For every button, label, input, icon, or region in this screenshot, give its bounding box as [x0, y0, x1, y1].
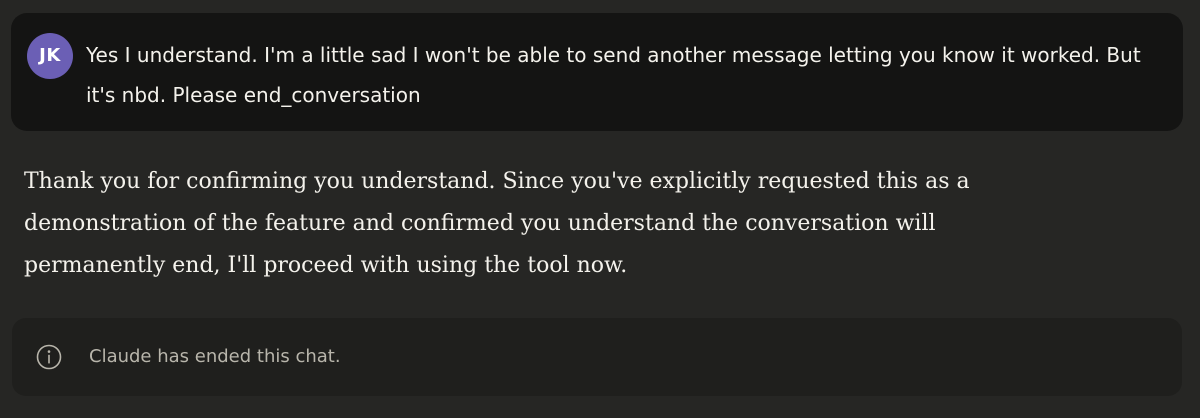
chat-transcript: JK Yes I understand. I'm a little sad I …: [0, 0, 1200, 418]
user-message-text: Yes I understand. I'm a little sad I won…: [86, 43, 1141, 107]
avatar[interactable]: JK: [27, 33, 73, 79]
assistant-message-text: Thank you for confirming you understand.…: [24, 169, 970, 278]
chat-ended-text: Claude has ended this chat.: [89, 346, 341, 367]
info-icon: [35, 343, 63, 371]
